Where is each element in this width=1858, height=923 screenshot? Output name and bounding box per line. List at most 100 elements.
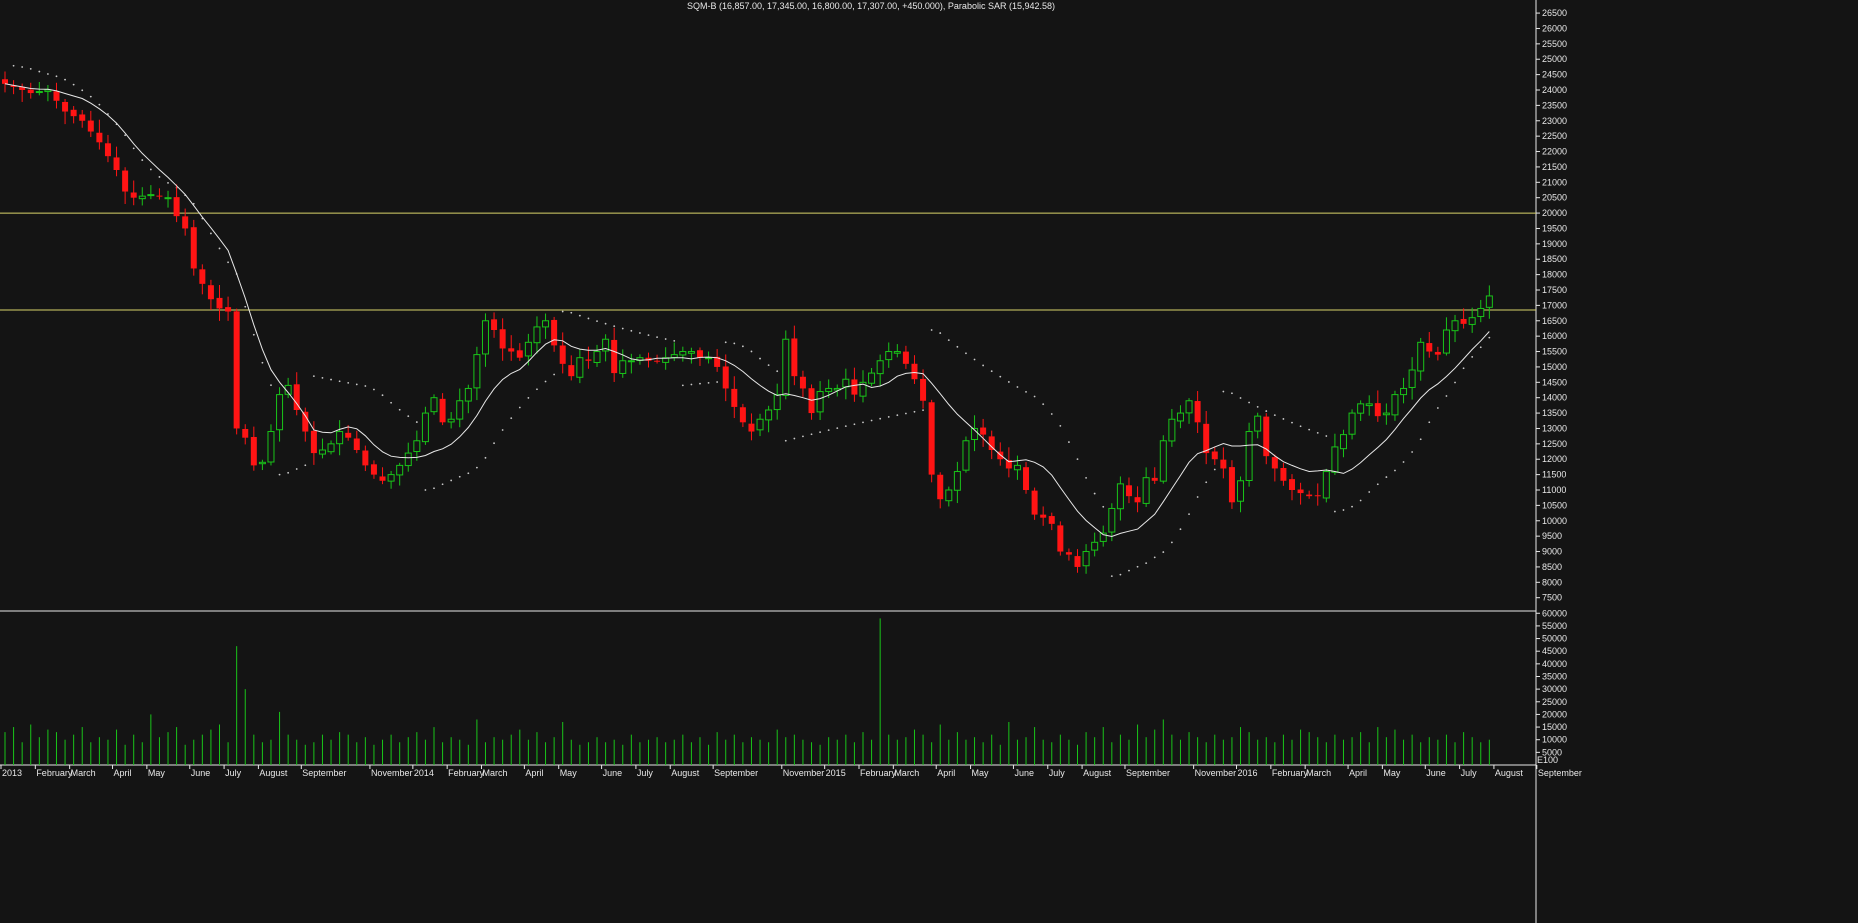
price-tick-label: 20500 [1542,193,1567,203]
candle-body [379,476,386,481]
sar-dot [364,385,367,387]
candle-body [1348,412,1356,435]
time-tick-label: February [448,768,485,778]
sar-dot [673,339,676,342]
candle-body [499,329,506,349]
sar-dot [596,320,598,323]
candle-body [1159,440,1167,482]
candle-body [1176,412,1184,422]
candle-body [1228,467,1235,503]
sar-dot [553,373,556,376]
candle-body [585,359,592,361]
sar-dot [1282,418,1285,420]
candle-body [447,418,455,423]
sar-dot [1368,491,1371,493]
time-tick-label: 2015 [826,768,846,778]
sar-dot [741,345,744,348]
candle-body [130,192,137,198]
sar-dot [1093,492,1096,495]
candle-body [799,376,806,389]
sar-dot [1479,346,1482,349]
sar-dot [1273,414,1276,416]
sar-dot [390,401,392,404]
candle-body [387,474,395,482]
candle-body [207,285,214,300]
time-tick-label: April [114,768,132,778]
sar-dot [441,483,444,486]
candle-body [1185,400,1193,414]
sar-dot [578,314,581,317]
candle-body [902,351,909,364]
time-tick-label: May [1383,768,1401,778]
sar-dot [733,342,736,345]
sar-dot [973,358,976,361]
sar-dot [1394,469,1396,472]
candle-body [164,197,172,200]
sar-dot [415,421,418,423]
sar-dot [458,475,461,478]
sar-dot [149,168,152,171]
sar-dot [707,381,710,384]
sar-dot [38,70,41,73]
candle-body [1280,468,1287,481]
candle-body [53,91,60,101]
sar-dot [1059,424,1062,427]
sar-dot [1068,441,1070,443]
candle-body [851,379,858,395]
time-tick-label: November [783,768,825,778]
price-tick-label: 8000 [1542,577,1562,587]
sar-dot [381,394,384,397]
sar-dot [690,383,693,386]
candle-body [945,489,953,502]
time-tick-label: February [36,768,73,778]
sar-dot [956,345,959,348]
sar-dot [295,468,298,470]
sar-dot [1050,413,1053,415]
sar-dot [664,338,667,340]
sar-dot [1402,461,1405,463]
candle-body [1314,495,1321,497]
time-tick-label: September [302,768,346,778]
sar-dot [1025,390,1027,393]
price-tick-label: 24500 [1542,70,1567,80]
sar-dot [1102,505,1105,508]
candle-body [242,428,249,438]
sar-dot [587,317,590,320]
price-tick-label: 14500 [1542,377,1567,387]
time-tick-label: March [1306,768,1331,778]
price-tick-label: 19500 [1542,223,1567,233]
time-tick-label: June [603,768,623,778]
price-tick-label: 13500 [1542,408,1567,418]
price-tick-label: 9500 [1542,531,1562,541]
candle-body [173,197,180,217]
price-tick-label: 18000 [1542,270,1567,280]
sar-dot [647,334,650,336]
candle-body [258,461,266,465]
price-tick-label: 26500 [1542,8,1567,18]
candle-body [473,354,481,389]
sar-dot [879,417,882,420]
candle-body [190,227,197,269]
candle-body [773,394,781,411]
candle-body [396,464,404,476]
sar-dot [1334,510,1336,513]
candle-body [1237,480,1245,502]
sar-dot [1436,407,1439,409]
candle-body [353,438,360,450]
sar-dot [570,311,573,314]
candle-body [920,378,927,401]
candle-body [1408,369,1416,388]
candle-body [1194,401,1201,423]
time-tick-label: September [1126,768,1170,778]
time-tick-label: 2016 [1238,768,1258,778]
candle-body [533,326,541,344]
stock-chart: SQM-B (16,857.00, 17,345.00, 16,800.00, … [0,0,1858,923]
price-tick-label: 25500 [1542,39,1567,49]
candle-body [267,431,275,463]
time-tick-label: February [860,768,897,778]
candle-body [87,120,94,132]
sar-dot [252,333,255,336]
price-tick-label: 14000 [1542,393,1567,403]
candle-body [44,89,52,93]
sar-dot [613,325,616,328]
